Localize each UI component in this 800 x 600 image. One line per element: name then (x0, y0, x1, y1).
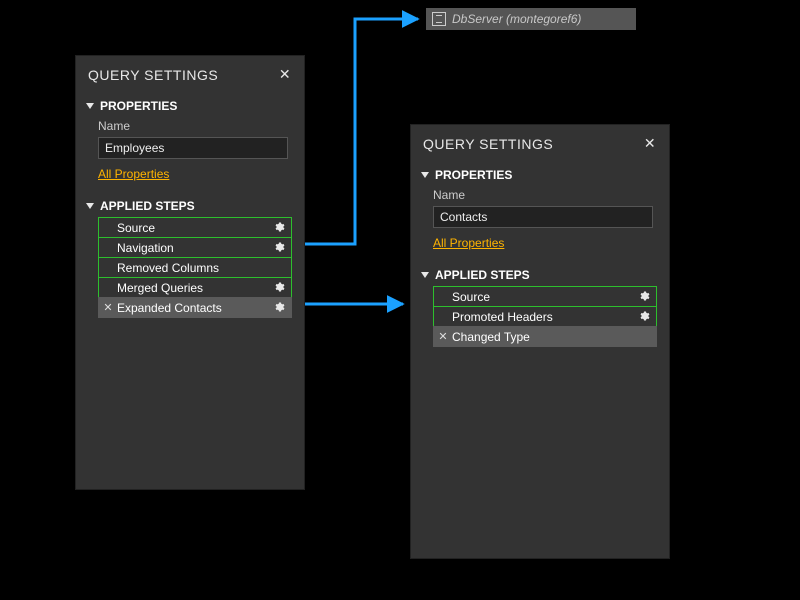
applied-step[interactable]: Navigation (98, 237, 292, 258)
close-icon[interactable]: ✕ (643, 135, 657, 152)
chevron-down-icon (86, 103, 94, 109)
applied-steps-header[interactable]: APPLIED STEPS (86, 193, 294, 217)
gear-icon[interactable] (273, 281, 285, 293)
step-label: Promoted Headers (452, 310, 553, 324)
applied-steps-header[interactable]: APPLIED STEPS (421, 262, 659, 286)
step-label: Changed Type (452, 330, 530, 344)
database-icon (432, 12, 446, 26)
query-settings-panel-employees: QUERY SETTINGS ✕ PROPERTIES Name All Pro… (75, 55, 305, 490)
name-label: Name (421, 186, 659, 206)
applied-step[interactable]: Source (98, 217, 292, 238)
db-server-tag[interactable]: DbServer (montegoref6) (426, 8, 636, 30)
chevron-down-icon (86, 203, 94, 209)
step-label: Source (452, 290, 490, 304)
delete-step-icon[interactable]: ✕ (102, 301, 114, 314)
properties-header[interactable]: PROPERTIES (421, 162, 659, 186)
gear-icon[interactable] (273, 241, 285, 253)
gear-icon[interactable] (273, 301, 285, 313)
all-properties-link[interactable]: All Properties (421, 234, 504, 258)
chevron-down-icon (421, 172, 429, 178)
applied-step[interactable]: Promoted Headers (433, 306, 657, 327)
close-icon[interactable]: ✕ (278, 66, 292, 83)
name-label: Name (86, 117, 294, 137)
gear-icon[interactable] (638, 310, 650, 322)
query-settings-panel-contacts: QUERY SETTINGS ✕ PROPERTIES Name All Pro… (410, 124, 670, 559)
all-properties-link[interactable]: All Properties (86, 165, 169, 189)
db-server-label: DbServer (montegoref6) (452, 12, 581, 26)
gear-icon[interactable] (638, 290, 650, 302)
properties-header[interactable]: PROPERTIES (86, 93, 294, 117)
panel-title: QUERY SETTINGS (88, 67, 218, 83)
step-label: Navigation (117, 241, 174, 255)
step-label: Removed Columns (117, 261, 219, 275)
name-input[interactable] (98, 137, 288, 159)
applied-step[interactable]: Removed Columns (98, 257, 292, 278)
applied-step[interactable]: ✕Changed Type (433, 326, 657, 347)
applied-step[interactable]: Source (433, 286, 657, 307)
gear-icon[interactable] (273, 221, 285, 233)
applied-step[interactable]: ✕Expanded Contacts (98, 297, 292, 318)
chevron-down-icon (421, 272, 429, 278)
step-label: Source (117, 221, 155, 235)
applied-steps-list: Source Navigation Removed Columns Merged Qu… (98, 217, 292, 487)
applied-steps-list: SourcePromoted Headers✕Changed Type (433, 286, 657, 556)
step-label: Merged Queries (117, 281, 203, 295)
step-label: Expanded Contacts (117, 301, 222, 315)
delete-step-icon[interactable]: ✕ (437, 330, 449, 343)
panel-title: QUERY SETTINGS (423, 136, 553, 152)
name-input[interactable] (433, 206, 653, 228)
applied-step[interactable]: Merged Queries (98, 277, 292, 298)
